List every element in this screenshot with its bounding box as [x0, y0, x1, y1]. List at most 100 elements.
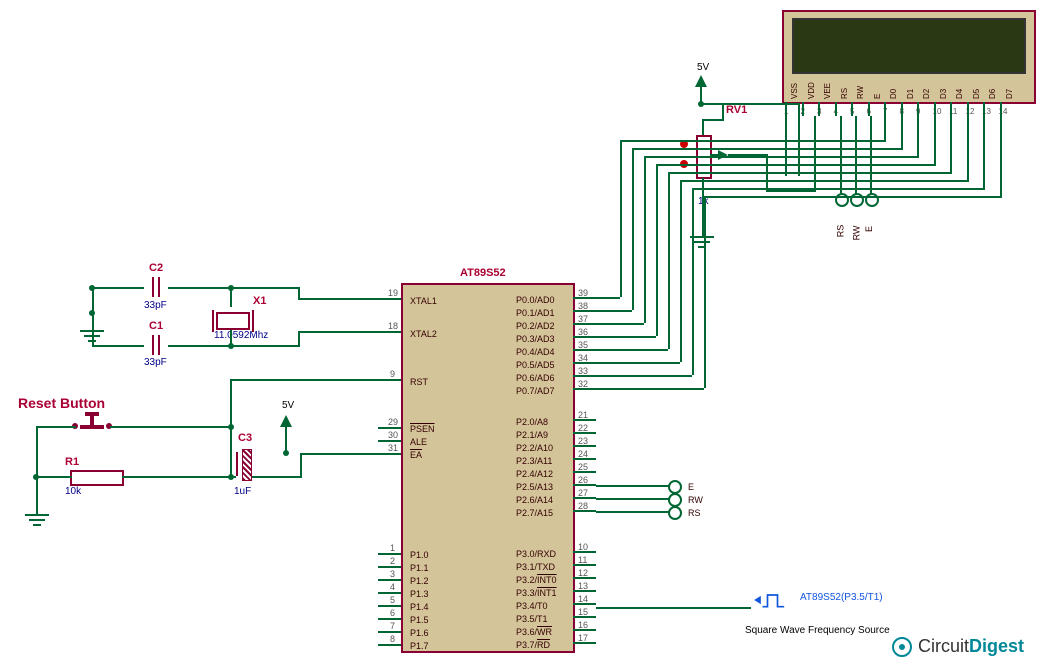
mcu-pin-name: P1.0 [410, 550, 429, 560]
mcu-pin-name: P3.6/WR [516, 627, 552, 637]
wire [300, 453, 378, 455]
mcu-pin-name: RST [410, 377, 428, 387]
mcu-pin-name: P2.3/A11 [516, 456, 552, 466]
mcu-pin-name: P2.0/A8 [516, 417, 548, 427]
crystal-x1 [216, 312, 250, 330]
wire [680, 180, 967, 182]
wire [230, 345, 300, 347]
mcu-pin-name: P1.5 [410, 615, 429, 625]
wire [870, 116, 872, 194]
terminal-rs [668, 506, 682, 520]
lcd-pin-name: VDD [807, 82, 816, 99]
lcd-pin-name: D1 [906, 89, 915, 99]
pin-stub [573, 349, 596, 351]
pin-stub [983, 102, 985, 116]
reset-label: Reset Button [18, 395, 105, 411]
pin-stub [573, 629, 596, 631]
mcu-pin-num: 2 [390, 556, 395, 566]
wire [298, 331, 300, 347]
wire [92, 287, 144, 289]
mcu-ref: AT89S52 [460, 267, 506, 279]
pin-stub [835, 102, 837, 116]
rv1-ref: RV1 [726, 104, 747, 116]
lcd-pin-name: D4 [955, 89, 964, 99]
lcd-pin-name: D7 [1005, 89, 1014, 99]
wire [596, 310, 632, 312]
mcu-pin-name: P0.4/AD4 [516, 347, 555, 357]
c2-val: 33pF [144, 300, 167, 311]
wire [230, 287, 300, 289]
wire [983, 116, 985, 190]
pin-stub [1000, 102, 1002, 116]
pin-stub [378, 631, 401, 633]
pin-stub [378, 592, 401, 594]
pin-stub [573, 577, 596, 579]
mcu-pin-num: 4 [390, 582, 395, 592]
x1-val: 11.0592Mhz [214, 330, 268, 341]
pot-wiper-arrow [710, 148, 730, 162]
wire [596, 349, 668, 351]
pin-stub [573, 510, 596, 512]
wire [702, 119, 704, 135]
mcu-pin-name: P2.1/A9 [516, 430, 548, 440]
r1-ref: R1 [65, 456, 79, 468]
r1-val: 10k [65, 486, 81, 497]
pin-stub [378, 579, 401, 581]
c3-val: 1uF [234, 486, 251, 497]
pin-stub [573, 616, 596, 618]
wire [596, 297, 620, 299]
junction [228, 424, 234, 430]
pin-stub [917, 102, 919, 116]
resistor-r1 [70, 470, 124, 486]
pin-stub [934, 102, 936, 116]
wire [298, 331, 378, 333]
wire [110, 426, 230, 428]
wire [766, 190, 816, 192]
mcu-pin-name: P1.6 [410, 628, 429, 638]
wire [632, 148, 901, 150]
reset-button[interactable] [72, 415, 112, 433]
mcu-pin-name: P0.7/AD7 [516, 386, 555, 396]
junction [228, 285, 234, 291]
lcd-pin-name: D3 [939, 89, 948, 99]
wire [632, 148, 634, 310]
pin-stub [573, 497, 596, 499]
pin-stub [573, 419, 596, 421]
pin-stub [378, 440, 401, 442]
lcd-pin-name: D0 [889, 89, 898, 99]
mcu-pin-name: P2.5/A13 [516, 482, 553, 492]
mcu-pin-name: P0.0/AD0 [516, 295, 555, 305]
logo-text2: Digest [969, 636, 1024, 656]
mcu-pin-name: P1.2 [410, 576, 429, 586]
lcd-pin-name: RS [840, 88, 849, 99]
pin-stub [573, 458, 596, 460]
mcu-pin-name: P0.3/AD3 [516, 334, 555, 344]
mcu-pin-name: P3.1/TXD [516, 562, 555, 572]
pin-stub [884, 102, 886, 116]
pin-stub [378, 618, 401, 620]
wire [855, 116, 857, 194]
terminal-label: RS [688, 508, 701, 518]
mcu-pin-name: P0.5/AD5 [516, 360, 555, 370]
logo-text1: Circuit [918, 636, 969, 656]
wire [596, 511, 669, 513]
junction [283, 450, 289, 456]
wire [620, 140, 622, 297]
wire [596, 498, 669, 500]
mcu-pin-name: P1.7 [410, 641, 429, 651]
c1-val: 33pF [144, 357, 167, 368]
pin-stub [802, 102, 804, 116]
mcu-pin-num: 7 [390, 621, 395, 631]
mcu-pin-name: P1.3 [410, 589, 429, 599]
wire [596, 607, 751, 609]
lcd-pin-name: VEE [823, 83, 832, 99]
lcd-pin-name: E [873, 94, 882, 99]
capacitor-c2 [149, 277, 163, 297]
wire [596, 375, 692, 377]
lcd-pin-name: RW [856, 86, 865, 99]
wire [252, 476, 302, 478]
wire [596, 485, 669, 487]
wire [668, 172, 950, 174]
wire [700, 103, 800, 105]
wire [36, 476, 38, 506]
